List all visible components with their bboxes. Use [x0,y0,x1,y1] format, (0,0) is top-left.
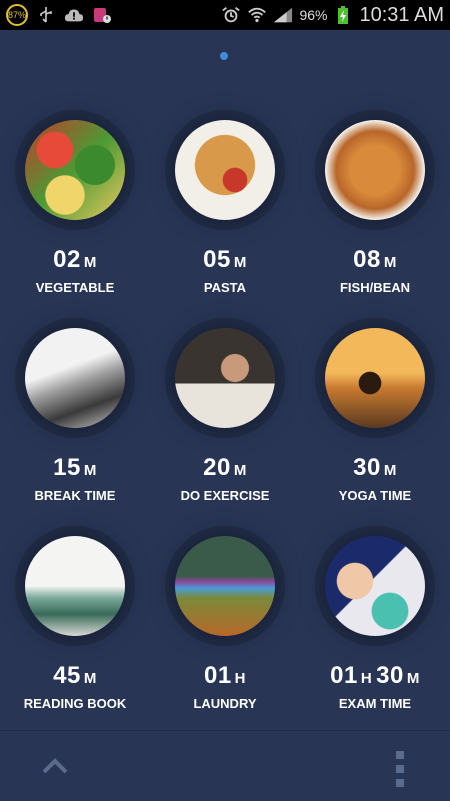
timer-item-yoga-time[interactable]: 30 M YOGA TIME [300,328,450,503]
timer-label: YOGA TIME [338,488,412,503]
timer-unit: M [233,254,247,271]
vegetable-photo [25,120,125,220]
timer-unit: H [234,670,247,687]
timer-label: DO EXERCISE [180,488,270,503]
timer-unit: M [233,462,247,479]
status-bar: 87% 96% 10:31 AM [0,0,450,30]
timer-unit: M [83,254,97,271]
laundry-photo [175,536,275,636]
usb-icon [36,5,56,25]
timer-number: 05 [203,246,231,273]
timer-unit: M [383,254,397,271]
status-time: 10:31 AM [359,3,444,26]
timer-item-fish-bean[interactable]: 08 M FISH/BEAN [300,120,450,295]
timer-number: 01 [330,662,358,689]
timer-item-break-time[interactable]: 15 M BREAK TIME [0,328,150,503]
timer-label: VEGETABLE [35,280,115,295]
chevron-up-icon[interactable] [40,751,70,781]
timer-number: 01 [203,662,232,689]
glasses-photo [25,328,125,428]
timer-number: 08 [353,246,381,273]
timer-number-secondary: 30 [376,662,404,689]
timer-unit: M [83,462,97,479]
overflow-menu-icon[interactable] [390,751,410,787]
percentage-badge-icon: 87% [6,4,28,26]
timer-label: EXAM TIME [338,696,412,711]
timer-label: BREAK TIME [34,488,116,503]
timer-number: 20 [203,454,231,481]
timer-number: 15 [53,454,81,481]
app-notification-icon [92,5,112,25]
cloud-alert-icon [64,5,84,25]
timer-item-reading-book[interactable]: 45 M READING BOOK [0,536,150,711]
timer-number: 02 [53,246,81,273]
timer-item-exam-time[interactable]: 01 H 30 M EXAM TIME [300,536,450,711]
timer-unit-secondary: M [406,670,420,687]
page-indicator-dot [220,52,228,60]
timer-label: FISH/BEAN [339,280,411,295]
fish-bean-photo [325,120,425,220]
pasta-photo [175,120,275,220]
timer-unit: M [383,462,397,479]
timer-label: LAUNDRY [193,696,257,711]
signal-icon [273,5,293,25]
timer-label: PASTA [203,280,247,295]
battery-charging-icon [333,5,353,25]
timer-item-do-exercise[interactable]: 20 M DO EXERCISE [150,328,300,503]
timer-item-vegetable[interactable]: 02 M VEGETABLE [0,120,150,295]
timer-label: READING BOOK [23,696,127,711]
alarm-clock-icon [221,5,241,25]
timer-unit: H [360,670,373,687]
timer-unit: M [83,670,97,687]
room-photo [25,536,125,636]
timer-item-pasta[interactable]: 05 M PASTA [150,120,300,295]
bottom-bar [0,730,450,801]
timer-item-laundry[interactable]: 01 H LAUNDRY [150,536,300,711]
battery-percentage: 96% [299,7,328,23]
timer-number: 30 [353,454,381,481]
studying-photo [175,328,275,428]
timer-number: 45 [53,662,81,689]
drawing-photo [325,536,425,636]
wifi-icon [247,5,267,25]
yoga-photo [325,328,425,428]
